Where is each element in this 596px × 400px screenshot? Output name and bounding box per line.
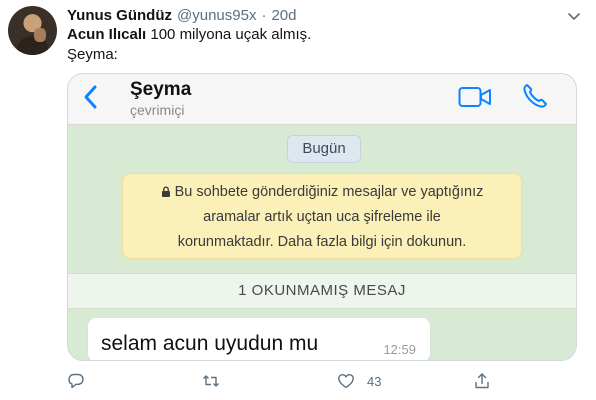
video-call-icon bbox=[458, 87, 491, 107]
like-count: 43 bbox=[367, 373, 382, 389]
contact-name: Şeyma bbox=[130, 79, 192, 100]
tweet-time[interactable]: 20d bbox=[271, 7, 296, 24]
tweet-text-rest: 100 milyona uçak almış. bbox=[146, 26, 312, 43]
retweet-icon bbox=[203, 375, 219, 387]
encryption-notice: Bu sohbete gönderdiğiniz mesajlar ve yap… bbox=[122, 173, 522, 259]
tweet-header: Yunus Gündüz @yunus95x · 20d bbox=[67, 6, 296, 24]
attached-screenshot[interactable]: Şeyma çevrimiçi Bugün Bu sohbete gönderd… bbox=[67, 73, 577, 361]
tweet-text-bold: Acun Ilıcalı bbox=[67, 26, 147, 43]
chat-header: Şeyma çevrimiçi bbox=[68, 74, 576, 125]
encryption-line-2: aramalar artık uçtan uca şifreleme ile bbox=[203, 209, 441, 225]
phone-call-icon bbox=[523, 84, 547, 108]
lock-icon bbox=[161, 186, 170, 197]
tweet[interactable]: Yunus Gündüz @yunus95x · 20d Acun Ilıcal… bbox=[0, 0, 596, 400]
retweet-button[interactable] bbox=[202, 372, 220, 390]
message-bubble: selam acun uyudun mu 12:59 bbox=[88, 318, 430, 360]
like-button[interactable]: 43 bbox=[337, 372, 381, 390]
message-text: selam acun uyudun mu bbox=[101, 332, 319, 355]
encryption-line-1: Bu sohbete gönderdiğiniz mesajlar ve yap… bbox=[123, 180, 521, 205]
author-name[interactable]: Yunus Gündüz bbox=[67, 7, 172, 24]
avatar-hand bbox=[34, 28, 46, 42]
share-button[interactable] bbox=[473, 372, 491, 390]
unread-divider: 1 OKUNMAMIŞ MESAJ bbox=[68, 273, 576, 309]
chat-area: Bugün Bu sohbete gönderdiğiniz mesajlar … bbox=[68, 125, 576, 360]
chevron-down-icon[interactable] bbox=[566, 8, 582, 24]
message-time: 12:59 bbox=[383, 342, 416, 357]
share-icon bbox=[475, 373, 489, 389]
tweet-text-line2: Şeyma: bbox=[67, 46, 118, 63]
heart-icon bbox=[338, 374, 354, 389]
encryption-line-3: korunmaktadır. Daha fazla bilgi için dok… bbox=[177, 234, 467, 250]
back-arrow-icon bbox=[84, 85, 97, 109]
avatar[interactable] bbox=[8, 6, 57, 55]
separator: · bbox=[261, 6, 267, 24]
day-label: Bugün bbox=[287, 135, 361, 163]
contact-status: çevrimiçi bbox=[130, 102, 185, 118]
reply-button[interactable] bbox=[67, 372, 85, 390]
reply-icon bbox=[68, 373, 84, 389]
tweet-text: Acun Ilıcalı 100 milyona uçak almış. bbox=[67, 26, 311, 44]
author-handle[interactable]: @yunus95x bbox=[177, 7, 256, 24]
tweet-actions: 43 bbox=[67, 372, 587, 392]
